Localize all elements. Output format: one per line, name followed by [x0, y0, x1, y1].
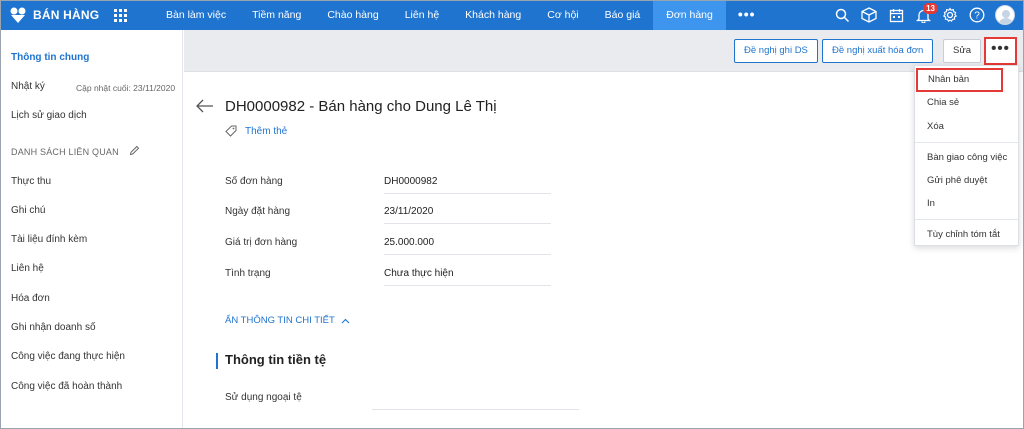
field-value-foreign-currency — [372, 393, 579, 410]
menu-item-delete[interactable]: Xóa — [915, 118, 1018, 136]
sidebar-item-receipts[interactable]: Thực thu — [11, 176, 51, 187]
calendar-icon[interactable] — [887, 6, 905, 24]
nav-item-customers[interactable]: Khách hàng — [452, 1, 534, 30]
sidebar-item-invoices[interactable]: Hóa đơn — [11, 293, 50, 304]
menu-item-handover[interactable]: Bàn giao công việc — [915, 149, 1018, 167]
nav-item-leads[interactable]: Tiềm năng — [239, 1, 314, 30]
related-list-heading: DANH SÁCH LIÊN QUAN — [11, 147, 119, 157]
sidebar-item-attachments[interactable]: Tài liệu đính kèm — [11, 234, 87, 245]
menu-item-share[interactable]: Chia sẻ — [915, 94, 1018, 112]
more-actions-menu: Nhân bản Chia sẻ Xóa Bàn giao công việc … — [914, 65, 1019, 246]
notification-count-badge: 13 — [923, 3, 938, 14]
field-value-order-number: DH0000982 — [384, 176, 551, 194]
more-actions-button[interactable]: ••• — [984, 37, 1017, 65]
nav-item-offers[interactable]: Chào hàng — [314, 1, 391, 30]
brand-logo-icon — [10, 7, 26, 23]
gear-icon[interactable] — [941, 6, 959, 24]
notification-bell-icon[interactable]: 13 — [914, 3, 938, 24]
search-icon[interactable] — [833, 6, 851, 24]
section-accent — [216, 353, 218, 369]
nav-item-orders[interactable]: Đơn hàng — [653, 1, 726, 30]
apps-grid-icon[interactable] — [114, 9, 127, 22]
sidebar-item-revenue[interactable]: Ghi nhận doanh số — [11, 322, 96, 333]
field-value-order-date: 23/11/2020 — [384, 206, 551, 224]
nav-item-workspace[interactable]: Bàn làm việc — [153, 1, 239, 30]
sidebar-item-tasks-completed[interactable]: Công việc đã hoàn thành — [11, 381, 122, 392]
pencil-icon[interactable] — [129, 145, 140, 156]
nav-more-button[interactable]: ••• — [726, 1, 768, 30]
add-tag-link[interactable]: Thêm thẻ — [225, 125, 287, 137]
last-updated-text: Cập nhật cuối: 23/11/2020 — [76, 83, 176, 93]
menu-divider — [915, 219, 1018, 220]
hide-details-toggle[interactable]: ẨN THÔNG TIN CHI TIẾT — [225, 315, 350, 326]
field-label-foreign-currency: Sử dụng ngoại tệ — [225, 392, 302, 403]
field-label-order-date: Ngày đặt hàng — [225, 206, 291, 217]
sidebar-item-history[interactable]: Lịch sử giao dịch — [11, 110, 87, 121]
tag-icon — [225, 125, 237, 137]
page-title: DH0000982 - Bán hàng cho Dung Lê Thị — [225, 98, 497, 115]
nav-item-quotes[interactable]: Báo giá — [592, 1, 654, 30]
edit-button[interactable]: Sửa — [943, 39, 981, 63]
hide-details-label: ẨN THÔNG TIN CHI TIẾT — [225, 315, 335, 326]
add-tag-label: Thêm thẻ — [245, 125, 288, 137]
main-nav: Bàn làm việc Tiềm năng Chào hàng Liên hệ… — [153, 1, 768, 30]
top-navigation-bar: BÁN HÀNG Bàn làm việc Tiềm năng Chào hàn… — [1, 1, 1023, 30]
menu-item-send-approval[interactable]: Gửi phê duyệt — [915, 172, 1018, 190]
field-value-order-value: 25.000.000 — [384, 237, 551, 255]
chevron-up-icon — [341, 318, 350, 323]
propose-ds-button[interactable]: Đề nghị ghi DS — [734, 39, 818, 63]
currency-section-title: Thông tin tiền tệ — [225, 352, 327, 367]
field-label-order-value: Giá trị đơn hàng — [225, 237, 298, 248]
propose-invoice-button[interactable]: Đề nghị xuất hóa đơn — [822, 39, 934, 63]
nav-item-contacts[interactable]: Liên hệ — [392, 1, 452, 30]
menu-divider — [915, 142, 1018, 143]
menu-item-duplicate[interactable]: Nhân bản — [916, 68, 1003, 92]
help-icon[interactable]: ? — [968, 6, 986, 24]
menu-item-customize-summary[interactable]: Tùy chỉnh tóm tắt — [915, 226, 1018, 244]
sidebar-item-log[interactable]: Nhật ký — [11, 81, 45, 92]
app-window: BÁN HÀNG Bàn làm việc Tiềm năng Chào hàn… — [0, 0, 1024, 429]
brand-name: BÁN HÀNG — [33, 8, 100, 22]
menu-item-print[interactable]: In — [915, 195, 1018, 213]
svg-text:?: ? — [974, 11, 980, 22]
back-arrow-icon[interactable] — [196, 99, 214, 113]
field-label-order-number: Số đơn hàng — [225, 176, 283, 187]
sidebar-item-contacts[interactable]: Liên hệ — [11, 263, 44, 274]
top-icons: 13 ? — [833, 3, 1015, 25]
avatar[interactable] — [995, 5, 1015, 25]
record-action-bar: Đề nghị ghi DS Đề nghị xuất hóa đơn Sửa … — [184, 30, 1023, 72]
sidebar-item-notes[interactable]: Ghi chú — [11, 205, 45, 216]
sidebar: Thông tin chung Nhật ký Cập nhật cuối: 2… — [1, 30, 183, 428]
sidebar-item-general-info[interactable]: Thông tin chung — [11, 52, 89, 63]
nav-item-opportunities[interactable]: Cơ hội — [534, 1, 591, 30]
field-value-status: Chưa thực hiện — [384, 268, 551, 286]
box-icon[interactable] — [860, 6, 878, 24]
field-label-status: Tình trạng — [225, 268, 271, 279]
record-detail: DH0000982 - Bán hàng cho Dung Lê Thị Thê… — [184, 73, 1023, 428]
sidebar-item-tasks-in-progress[interactable]: Công việc đang thực hiện — [11, 351, 125, 362]
brand[interactable]: BÁN HÀNG — [9, 6, 99, 24]
